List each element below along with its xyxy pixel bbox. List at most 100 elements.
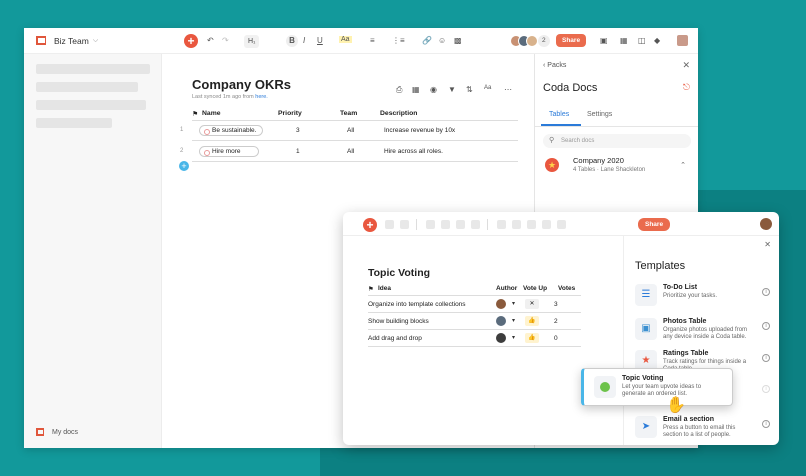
pack-doc-name[interactable]: Company 2020 bbox=[573, 156, 624, 165]
eye-icon[interactable]: ◉ bbox=[430, 85, 437, 94]
sync-source-link[interactable]: here. bbox=[255, 94, 268, 100]
search-input[interactable]: ⚲ Search docs bbox=[543, 134, 691, 148]
template-desc: Prioritize your tasks. bbox=[663, 293, 718, 299]
idea-cell[interactable]: Add drag and drop bbox=[368, 335, 422, 342]
sync-icon[interactable]: ⎙ bbox=[396, 85, 402, 95]
close-icon[interactable]: ✕ bbox=[764, 240, 771, 249]
more-icon[interactable]: ⋯ bbox=[504, 85, 512, 94]
thumbs-up-icon bbox=[594, 376, 616, 398]
column-header[interactable]: Priority bbox=[278, 110, 302, 117]
priority-cell[interactable]: 3 bbox=[296, 127, 300, 134]
align-icon[interactable]: ≡ bbox=[370, 36, 375, 45]
toolbar-placeholder bbox=[426, 220, 435, 229]
template-item-photos[interactable]: ▣ Photos Table Organize photos uploaded … bbox=[635, 318, 775, 344]
comment-icon[interactable]: ▩ bbox=[454, 36, 462, 45]
tab-settings[interactable]: Settings bbox=[587, 111, 612, 118]
name-chip[interactable]: Hire more bbox=[199, 146, 259, 157]
book-icon[interactable]: ▦ bbox=[620, 36, 628, 45]
toolbar-placeholder bbox=[400, 220, 409, 229]
toolbar-placeholder bbox=[512, 220, 521, 229]
sort-icon[interactable]: ⇅ bbox=[466, 85, 473, 94]
vote-up-button[interactable]: 👍 bbox=[525, 333, 539, 343]
puzzle-icon[interactable]: ◆ bbox=[654, 36, 660, 45]
back-to-packs-link[interactable]: ‹ Packs bbox=[543, 62, 566, 69]
caret-down-icon[interactable]: ▾ bbox=[512, 300, 515, 307]
vote-up-button[interactable]: 👍 bbox=[525, 316, 539, 326]
sync-status: Last synced 1m ago from here. bbox=[192, 94, 268, 100]
info-icon[interactable]: i bbox=[762, 322, 770, 330]
row-divider bbox=[192, 140, 518, 141]
divider bbox=[416, 219, 417, 230]
table-flag-icon: ⚑ bbox=[368, 286, 374, 293]
insert-button[interactable]: + bbox=[184, 34, 198, 48]
row-divider bbox=[368, 346, 581, 347]
filter-icon[interactable]: ▼ bbox=[448, 85, 456, 94]
template-item-todo[interactable]: ☰ To-Do List Prioritize your tasks. i bbox=[635, 284, 775, 310]
doc-title[interactable]: Biz Team bbox=[54, 36, 89, 46]
link-icon[interactable]: 🔗 bbox=[422, 36, 432, 45]
close-icon[interactable]: ✕ bbox=[682, 60, 690, 71]
team-cell[interactable]: All bbox=[347, 127, 354, 134]
grid-icon[interactable]: ▦ bbox=[412, 85, 420, 94]
panel-title: Coda Docs bbox=[543, 82, 598, 94]
front-window: + Share Topic Voting ⚑ Idea Author Vote … bbox=[343, 212, 779, 445]
idea-cell[interactable]: Show building blocks bbox=[368, 318, 429, 325]
info-icon[interactable]: i bbox=[762, 385, 770, 393]
share-button[interactable]: Share bbox=[638, 218, 671, 231]
italic-button[interactable]: I bbox=[303, 36, 305, 45]
template-item-email[interactable]: ➤ Email a section Press a button to emai… bbox=[635, 416, 775, 442]
exit-icon[interactable]: ⎋ bbox=[683, 82, 690, 93]
list-icon[interactable]: ⋮≡ bbox=[392, 36, 405, 45]
dragged-template-card[interactable]: Topic Voting Let your team upvote ideas … bbox=[581, 368, 733, 406]
highlight-button[interactable]: Aa bbox=[339, 36, 352, 43]
team-cell[interactable]: All bbox=[347, 148, 354, 155]
redo-icon[interactable]: ↷ bbox=[222, 36, 229, 45]
emoji-icon[interactable]: ☺ bbox=[438, 36, 446, 45]
info-icon[interactable]: i bbox=[762, 420, 770, 428]
idea-cell[interactable]: Organize into template collections bbox=[368, 301, 466, 308]
share-button[interactable]: Share bbox=[556, 34, 587, 47]
info-icon[interactable]: i bbox=[762, 288, 770, 296]
avatar-count-badge[interactable]: 2 bbox=[538, 35, 550, 47]
name-chip[interactable]: Be sustainable. bbox=[199, 125, 264, 136]
description-cell[interactable]: Increase revenue by 10x bbox=[384, 127, 455, 134]
vote-up-button[interactable]: ✕ bbox=[525, 299, 539, 309]
column-header[interactable]: Name bbox=[202, 110, 221, 117]
page-title: Topic Voting bbox=[368, 267, 431, 279]
my-docs-link[interactable]: My docs bbox=[36, 428, 78, 436]
template-name: Email a section bbox=[663, 416, 714, 423]
search-icon: ⚲ bbox=[549, 137, 555, 144]
caret-down-icon[interactable]: ▾ bbox=[512, 334, 515, 341]
undo-icon[interactable]: ↶ bbox=[207, 36, 214, 45]
column-header[interactable]: Idea bbox=[378, 285, 391, 292]
chat-icon[interactable]: ▣ bbox=[600, 36, 608, 45]
column-header[interactable]: Description bbox=[380, 110, 417, 117]
add-row-button[interactable]: + bbox=[179, 161, 189, 171]
tab-tables[interactable]: Tables bbox=[549, 111, 569, 118]
template-name: Ratings Table bbox=[663, 350, 709, 357]
votes-cell: 2 bbox=[554, 318, 558, 325]
heading-dropdown[interactable]: H₁ bbox=[244, 35, 260, 48]
user-avatar[interactable] bbox=[676, 34, 689, 47]
chevron-up-icon[interactable]: ⌃ bbox=[680, 161, 686, 169]
priority-cell[interactable]: 1 bbox=[296, 148, 300, 155]
insert-button[interactable]: + bbox=[363, 218, 377, 232]
column-header[interactable]: Votes bbox=[558, 285, 575, 292]
column-header[interactable]: Team bbox=[340, 110, 357, 117]
bold-button[interactable]: B bbox=[286, 35, 298, 47]
underline-button[interactable]: U bbox=[317, 36, 323, 45]
caret-down-icon[interactable]: ▾ bbox=[512, 317, 515, 324]
column-header[interactable]: Author bbox=[496, 285, 517, 292]
doc-toolbar: + Share bbox=[343, 212, 779, 236]
toolbar-placeholder bbox=[557, 220, 566, 229]
info-icon[interactable]: i bbox=[762, 354, 770, 362]
text-format-icon[interactable]: Aa bbox=[484, 85, 491, 91]
chevron-down-icon[interactable]: ⌵ bbox=[93, 37, 98, 45]
user-avatar[interactable] bbox=[759, 217, 773, 231]
column-header[interactable]: Vote Up bbox=[523, 285, 547, 292]
doc-toolbar: Biz Team ⌵ + ↶ ↷ H₁ B I U Aa ≡ ⋮≡ 🔗 ☺ ▩ … bbox=[24, 28, 698, 54]
toolbar-placeholder bbox=[497, 220, 506, 229]
table-icon[interactable]: ◫ bbox=[638, 36, 646, 45]
description-cell[interactable]: Hire across all roles. bbox=[384, 148, 443, 155]
avatar[interactable] bbox=[526, 35, 538, 47]
